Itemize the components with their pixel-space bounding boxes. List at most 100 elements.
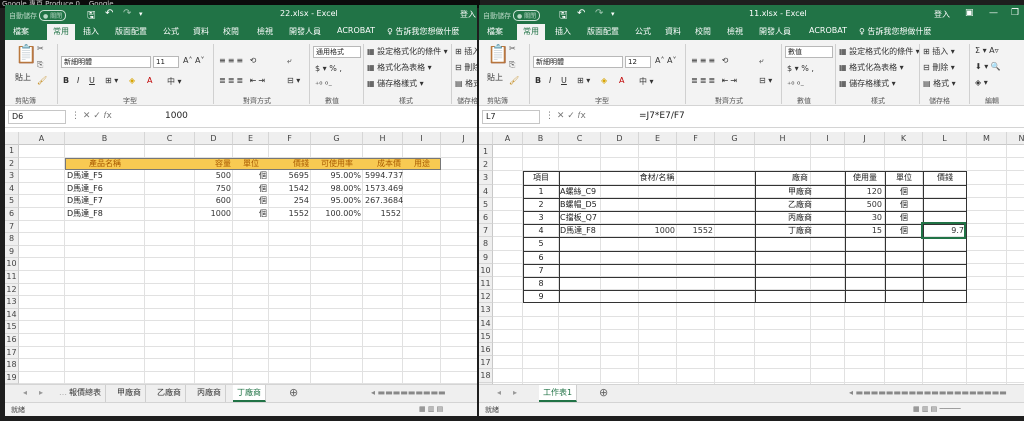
view-normal-icon[interactable]: ▦ ▥ ▤: [419, 405, 443, 413]
header-unit[interactable]: 單位: [885, 171, 923, 184]
horizontal-scrollbar[interactable]: ◂ ▬▬▬▬▬▬▬▬▬: [367, 385, 450, 402]
header-cell[interactable]: 容量: [197, 158, 231, 171]
paste-button[interactable]: 貼上: [15, 72, 31, 83]
price-cell[interactable]: [923, 277, 964, 290]
header-usage[interactable]: 使用量: [845, 171, 885, 184]
redo-icon[interactable]: ↷: [595, 8, 603, 19]
sheet-tab-summary[interactable]: 報價總表: [65, 385, 106, 402]
clear-icon[interactable]: ◈ ▾: [975, 78, 988, 87]
price-cell[interactable]: [923, 251, 964, 264]
phonetic-icon[interactable]: 中 ▾: [167, 76, 182, 87]
unit-cell[interactable]: [885, 251, 923, 264]
column-header[interactable]: M: [967, 132, 1007, 145]
formula-input[interactable]: 1000: [165, 111, 188, 121]
usage-cell[interactable]: [845, 251, 882, 264]
vendor-cell[interactable]: [755, 237, 845, 250]
column-header[interactable]: G: [715, 132, 755, 145]
vendor-cell[interactable]: 乙廠商: [755, 198, 845, 211]
row-header[interactable]: 16: [5, 334, 19, 347]
row-header[interactable]: 14: [479, 316, 493, 330]
delete-cells-button[interactable]: ⊟ 刪除 ▾: [923, 62, 955, 73]
fill-color-icon[interactable]: ◈: [129, 76, 135, 85]
column-header[interactable]: B: [65, 132, 145, 145]
tab-insert[interactable]: 插入: [555, 26, 571, 37]
row-header[interactable]: 10: [479, 263, 493, 277]
grow-font-icon[interactable]: A˄ A˅: [183, 56, 205, 65]
row-header[interactable]: 13: [479, 303, 493, 317]
row-header[interactable]: 9: [479, 250, 493, 264]
material-e-cell[interactable]: 1000: [639, 224, 675, 237]
tab-file[interactable]: 檔案: [487, 26, 503, 37]
row-header[interactable]: 3: [5, 170, 19, 183]
unit-cell[interactable]: [885, 237, 923, 250]
vendor-cell[interactable]: [755, 264, 845, 277]
row-header[interactable]: 8: [5, 233, 19, 246]
column-header[interactable]: G: [311, 132, 363, 145]
row-header[interactable]: 15: [5, 321, 19, 334]
material-cell[interactable]: B螺帽_D5: [560, 198, 640, 211]
merge-center-icon[interactable]: ⊟ ▾: [287, 76, 300, 85]
row-header[interactable]: 5: [5, 195, 19, 208]
header-cell[interactable]: 產品名稱: [67, 158, 143, 171]
row-header[interactable]: 4: [479, 184, 493, 198]
tab-home[interactable]: 常用: [47, 24, 75, 40]
italic-button[interactable]: I: [549, 76, 551, 85]
column-header[interactable]: B: [523, 132, 559, 145]
accounting-format-icon[interactable]: $ ▾ % ,: [315, 64, 342, 73]
row-header[interactable]: 9: [5, 245, 19, 259]
usage-rate-cell[interactable]: 95.00%: [313, 170, 361, 183]
cost-price-cell[interactable]: 1573.469: [365, 183, 403, 196]
format-cells-button[interactable]: ▤ 格式: [455, 78, 477, 89]
insert-cells-button[interactable]: ⊞ 插入: [455, 46, 477, 57]
unit-cell[interactable]: 個: [885, 185, 923, 198]
row-header[interactable]: 3: [479, 171, 493, 185]
row-header[interactable]: 18: [479, 369, 493, 383]
header-cell[interactable]: 成本價: [365, 158, 401, 171]
row-header[interactable]: 17: [5, 346, 19, 360]
row-header[interactable]: 1: [479, 145, 493, 159]
vendor-cell[interactable]: 甲廠商: [755, 185, 845, 198]
tab-page-layout[interactable]: 版面配置: [587, 26, 619, 37]
redo-icon[interactable]: ↷: [123, 8, 131, 19]
format-painter-icon[interactable]: 🖌: [509, 76, 519, 85]
capacity-cell[interactable]: 500: [197, 170, 231, 183]
undo-icon[interactable]: ↶: [577, 8, 585, 19]
product-name-cell[interactable]: D馬達_F6: [67, 183, 143, 196]
price-cell[interactable]: [923, 198, 964, 211]
item-cell[interactable]: 8: [523, 277, 559, 290]
font-color-icon[interactable]: A: [619, 76, 624, 85]
column-header[interactable]: I: [403, 132, 441, 145]
material-f-cell[interactable]: 1552: [677, 224, 713, 237]
item-cell[interactable]: 4: [523, 224, 559, 237]
column-header[interactable]: J: [845, 132, 885, 145]
font-name-select[interactable]: 新細明體: [533, 56, 623, 68]
customize-qat-icon[interactable]: ▾: [611, 10, 615, 18]
header-cell[interactable]: 可使用率: [313, 158, 361, 171]
material-e-cell[interactable]: [639, 251, 675, 264]
row-header[interactable]: 12: [479, 290, 493, 304]
material-f-cell[interactable]: [677, 237, 713, 250]
column-header[interactable]: I: [811, 132, 845, 145]
scroll-sheets-right-icon[interactable]: ▸: [509, 385, 521, 402]
capacity-cell[interactable]: 750: [197, 183, 231, 196]
tab-file[interactable]: 檔案: [13, 26, 29, 37]
underline-button[interactable]: U: [89, 76, 95, 85]
material-f-cell[interactable]: [677, 185, 713, 198]
phonetic-icon[interactable]: 中 ▾: [639, 76, 654, 87]
wrap-text-icon[interactable]: ⤶: [759, 56, 763, 66]
autosave-toggle[interactable]: ● 關閉: [513, 10, 541, 21]
material-e-cell[interactable]: [639, 237, 675, 250]
worksheet-grid[interactable]: A B C D E F G H I J 1 2 3 4 5 6 7 8 9 10 11 12 13 14 15 16 17 18 19 產…: [5, 132, 477, 384]
unit-cell[interactable]: [885, 264, 923, 277]
column-header[interactable]: A: [19, 132, 65, 145]
tab-view[interactable]: 檢視: [727, 26, 743, 37]
material-cell[interactable]: [560, 277, 640, 290]
usage-cell[interactable]: [845, 290, 882, 303]
header-cell[interactable]: 價錢: [271, 158, 309, 171]
column-header[interactable]: K: [885, 132, 923, 145]
unit-cell[interactable]: 個: [885, 211, 923, 224]
paste-icon[interactable]: 📋: [15, 44, 37, 65]
format-painter-icon[interactable]: 🖌: [37, 76, 47, 85]
column-header[interactable]: F: [677, 132, 715, 145]
row-header[interactable]: 19: [5, 371, 19, 384]
